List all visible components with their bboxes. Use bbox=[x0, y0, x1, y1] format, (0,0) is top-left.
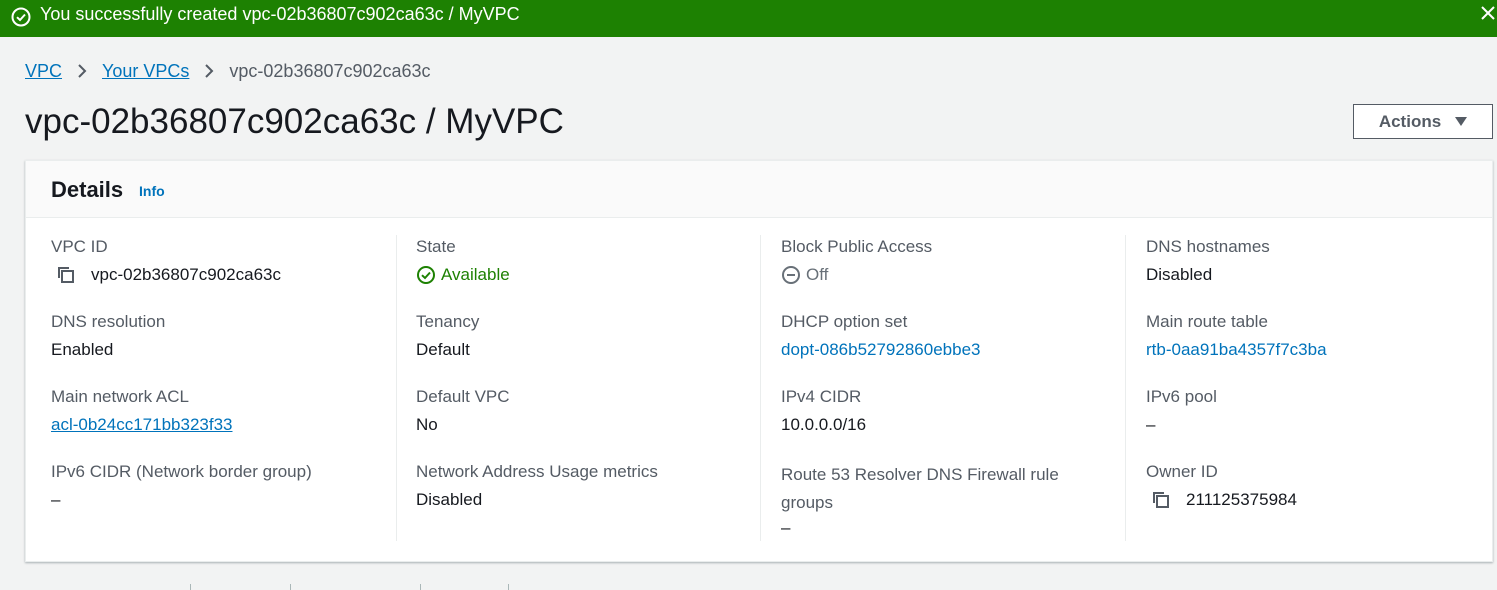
field-value: Disabled bbox=[416, 490, 483, 509]
breadcrumb-current: vpc-02b36807c902ca63c bbox=[229, 60, 431, 81]
details-panel: Details Info VPC ID vpc-02b36807c902ca63… bbox=[25, 160, 1493, 562]
field-label: Main route table bbox=[1146, 312, 1268, 331]
caret-down-icon bbox=[1455, 117, 1468, 126]
field-label: Owner ID bbox=[1146, 462, 1218, 481]
state-value: Available bbox=[441, 265, 510, 284]
column-divider bbox=[1125, 235, 1126, 541]
main-network-acl-link[interactable]: acl-0b24cc171bb323f33 bbox=[51, 414, 232, 436]
field-nau-metrics: Network Address Usage metrics Disabled bbox=[416, 461, 658, 511]
field-value: Enabled bbox=[51, 340, 114, 359]
actions-label: Actions bbox=[1378, 111, 1442, 131]
field-value: – bbox=[781, 518, 791, 537]
success-banner: You successfully created vpc-02b36807c90… bbox=[0, 0, 1497, 37]
field-dns-hostnames: DNS hostnames Disabled bbox=[1146, 236, 1270, 286]
page-title: vpc-02b36807c902ca63c / MyVPC bbox=[25, 102, 564, 141]
field-value: 211125375984 bbox=[1146, 489, 1297, 511]
main-route-table-link[interactable]: rtb-0aa91ba4357f7c3ba bbox=[1146, 339, 1327, 361]
column-divider bbox=[760, 235, 761, 541]
owner-id-value: 211125375984 bbox=[1186, 490, 1297, 509]
breadcrumb-link-vpc[interactable]: VPC bbox=[25, 61, 62, 82]
copy-icon[interactable] bbox=[55, 264, 77, 286]
banner-message: You successfully created vpc-02b36807c90… bbox=[40, 4, 520, 24]
field-dhcp-option-set: DHCP option set dopt-086b52792860ebbe3 bbox=[781, 311, 980, 361]
field-block-public-access: Block Public Access Off bbox=[781, 236, 932, 286]
tab-divider bbox=[420, 584, 421, 590]
close-icon[interactable] bbox=[1479, 4, 1497, 22]
field-label: IPv4 CIDR bbox=[781, 387, 862, 406]
copy-icon[interactable] bbox=[1150, 489, 1172, 511]
field-main-route-table: Main route table rtb-0aa91ba4357f7c3ba bbox=[1146, 311, 1327, 361]
actions-dropdown-button[interactable]: Actions bbox=[1353, 104, 1493, 139]
dhcp-option-set-link[interactable]: dopt-086b52792860ebbe3 bbox=[781, 339, 980, 361]
breadcrumb-link-your-vpcs[interactable]: Your VPCs bbox=[102, 61, 189, 82]
field-label: VPC ID bbox=[51, 237, 108, 256]
field-vpc-id: VPC ID vpc-02b36807c902ca63c bbox=[51, 236, 281, 286]
vpc-id-value: vpc-02b36807c902ca63c bbox=[91, 265, 281, 284]
chevron-right-icon bbox=[62, 64, 102, 78]
success-check-icon bbox=[11, 7, 31, 27]
field-label: DNS hostnames bbox=[1146, 237, 1270, 256]
field-state: State Available bbox=[416, 236, 510, 286]
column-divider bbox=[396, 235, 397, 541]
field-value: Available bbox=[416, 264, 510, 286]
field-main-network-acl: Main network ACL acl-0b24cc171bb323f33 bbox=[51, 386, 232, 436]
field-value: – bbox=[51, 490, 61, 509]
field-value: Off bbox=[781, 264, 932, 286]
field-label: IPv6 pool bbox=[1146, 387, 1217, 406]
field-tenancy: Tenancy Default bbox=[416, 311, 479, 361]
field-route53-firewall: Route 53 Resolver DNS Firewall rule grou… bbox=[781, 461, 1091, 539]
field-value: – bbox=[1146, 415, 1156, 434]
field-value: Default bbox=[416, 340, 470, 359]
field-value: 10.0.0.0/16 bbox=[781, 415, 867, 434]
field-owner-id: Owner ID 211125375984 bbox=[1146, 461, 1297, 511]
breadcrumb: VPC Your VPCs vpc-02b36807c902ca63c bbox=[25, 60, 431, 82]
minus-circle-icon bbox=[782, 266, 800, 284]
details-header: Details Info bbox=[26, 161, 1492, 218]
block-public-access-value: Off bbox=[806, 265, 829, 284]
field-label: DNS resolution bbox=[51, 312, 166, 331]
field-label: Network Address Usage metrics bbox=[416, 462, 658, 481]
field-label: IPv6 CIDR (Network border group) bbox=[51, 462, 312, 481]
field-value: No bbox=[416, 415, 438, 434]
chevron-right-icon bbox=[189, 64, 229, 78]
tab-divider bbox=[290, 584, 291, 590]
field-label: State bbox=[416, 237, 456, 256]
tab-divider bbox=[190, 584, 191, 590]
field-label: Block Public Access bbox=[781, 237, 933, 256]
details-heading: Details bbox=[51, 177, 124, 202]
field-value: Disabled bbox=[1146, 265, 1213, 284]
field-ipv6-cidr: IPv6 CIDR (Network border group) – bbox=[51, 461, 312, 511]
field-ipv6-pool: IPv6 pool – bbox=[1146, 386, 1217, 436]
field-default-vpc: Default VPC No bbox=[416, 386, 510, 436]
tab-divider bbox=[508, 584, 509, 590]
field-label: DHCP option set bbox=[781, 312, 908, 331]
field-label: Tenancy bbox=[416, 312, 480, 331]
field-label: Main network ACL bbox=[51, 387, 189, 406]
field-label: Route 53 Resolver DNS Firewall rule grou… bbox=[781, 465, 1059, 512]
field-value: vpc-02b36807c902ca63c bbox=[51, 264, 281, 286]
field-ipv4-cidr: IPv4 CIDR 10.0.0.0/16 bbox=[781, 386, 866, 436]
field-label: Default VPC bbox=[416, 387, 510, 406]
check-circle-icon bbox=[417, 266, 435, 284]
info-link[interactable]: Info bbox=[139, 183, 165, 199]
field-dns-resolution: DNS resolution Enabled bbox=[51, 311, 165, 361]
